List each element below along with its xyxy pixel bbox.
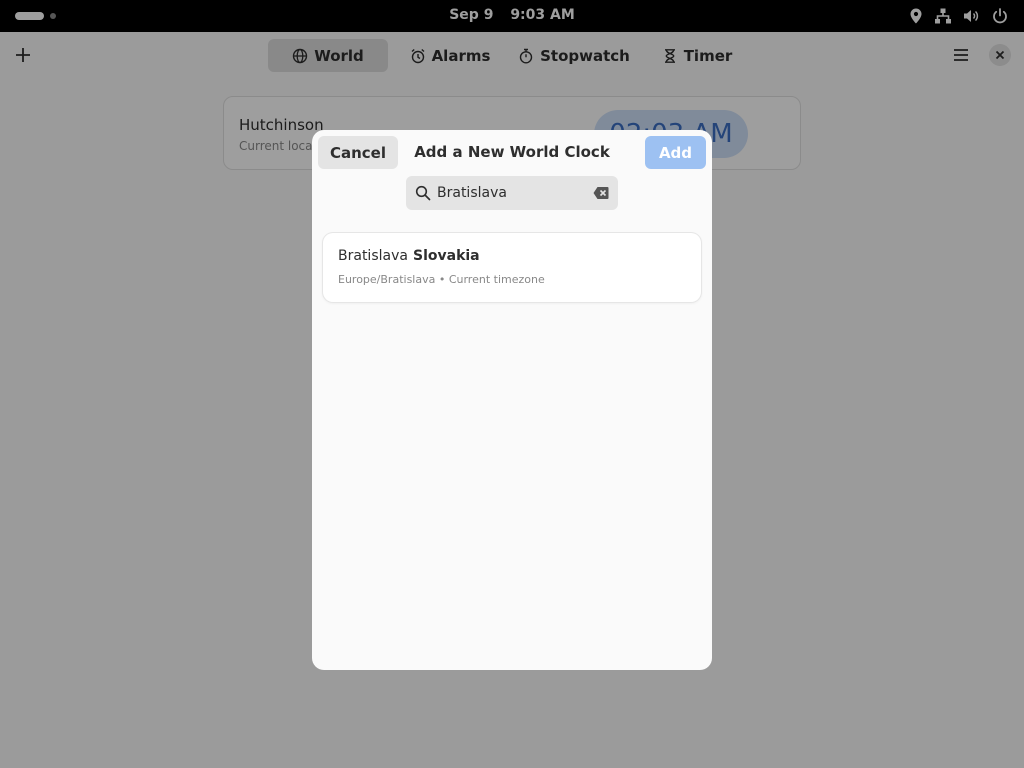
add-world-clock-dialog: Cancel Add a New World Clock Add Bratisl… (312, 130, 712, 670)
result-timezone: Europe/Bratislava • Current timezone (338, 273, 545, 286)
search-input[interactable] (436, 176, 586, 210)
search-icon (415, 185, 431, 201)
location-result-row[interactable]: Bratislava Slovakia Europe/Bratislava • … (323, 233, 701, 302)
add-button[interactable]: Add (645, 136, 706, 169)
result-country: Slovakia (413, 248, 480, 264)
location-search[interactable] (406, 176, 618, 210)
result-city: Bratislava (338, 248, 408, 264)
clear-search-icon[interactable] (593, 186, 609, 200)
